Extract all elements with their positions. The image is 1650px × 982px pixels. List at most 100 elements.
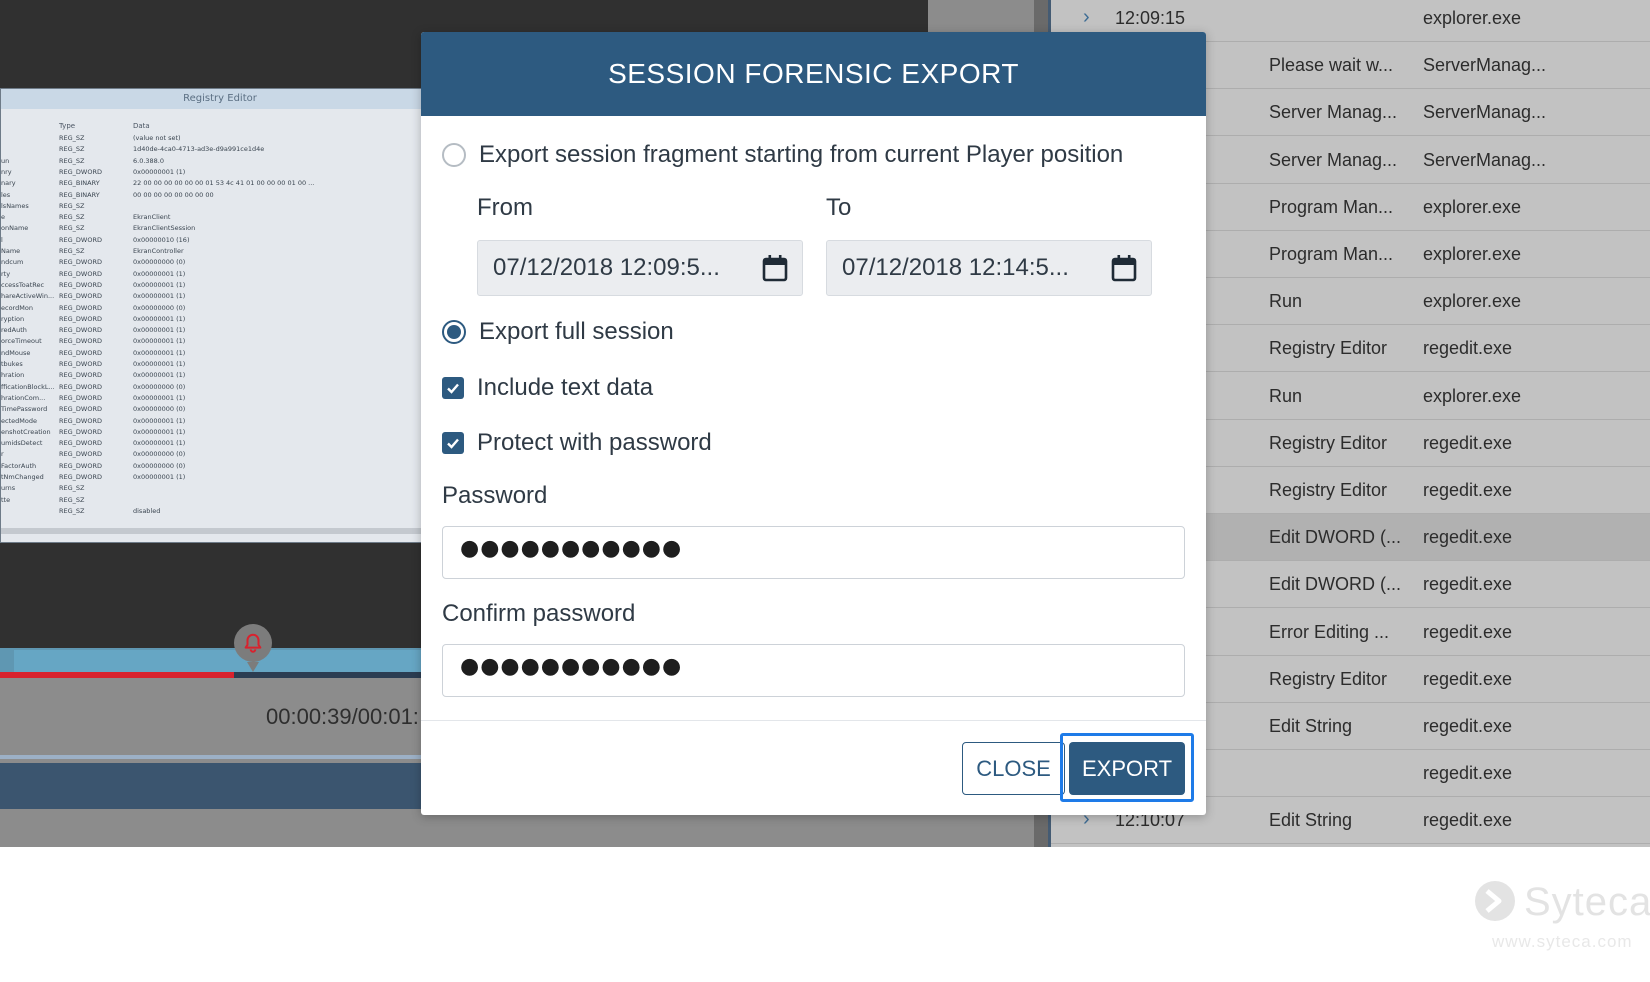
export-full-option[interactable]: Export full session [442,318,674,346]
recorded-cell-name: tte [1,495,11,504]
recorded-cell-data: 0x00000000 (0) [133,450,186,459]
recorded-cell-name: un [1,156,10,165]
recorded-cell-data: 00 00 00 00 00 00 00 00 [133,190,214,199]
activity-title: Edit DWORD (... [1269,527,1402,548]
chevron-right-icon[interactable]: › [1083,6,1090,29]
recorded-cell-name: nry [1,167,12,176]
activity-title: Program Man... [1269,244,1394,264]
recorded-row: hrationCom... REG_DWORD 0x00000001 (1) [1,393,439,404]
from-date-input[interactable]: 07/12/2018 12:09:5... [477,240,803,296]
activity-title: Server Manag... [1269,149,1398,170]
protect-password-checkbox[interactable] [442,432,464,454]
recorded-row: Name REG_SZ EkranController [1,247,439,257]
recorded-row: ndMouse REG_DWORD 0x00000001 (1) [1,348,439,359]
recorded-column-type: Type [59,122,76,130]
checkmark-icon [447,383,459,394]
recorded-cell-type: REG_DWORD [59,416,102,425]
activity-process: regedit.exe [1423,574,1513,595]
recorded-cell-name: les [1,190,11,199]
activity-process: regedit.exe [1423,480,1513,500]
recorded-cell-data: 0x00000001 (1) [133,280,186,289]
activity-process: explorer.exe [1423,385,1522,406]
recorded-cell-data: EkranClientSession [133,224,196,233]
recorded-cell-type: REG_DWORD [59,461,102,470]
recorded-row: FactorAuth REG_DWORD 0x00000000 (0) [1,461,439,472]
recorded-cell-type: REG_DWORD [59,269,102,278]
recorded-cell-data: 0x00000000 (0) [133,382,186,391]
close-button[interactable]: CLOSE [962,742,1065,795]
confirm-password-input[interactable]: ●●●●●●●●●●● [442,644,1185,697]
recorded-cell-data: 0x00000010 (16) [133,235,190,244]
recorded-cell-data: 1d40de-4ca0-4713-ad3e-d9a991ce1d4e [133,145,265,154]
recorded-cell-data: 0x00000001 (1) [133,348,186,357]
recorded-cell-type: REG_DWORD [59,314,102,323]
activity-title: Registry Editor [1269,338,1388,359]
recorded-cell-name: tbukes [1,360,23,368]
recorded-cell-type: REG_DWORD [59,393,102,402]
activity-process: regedit.exe [1423,763,1513,784]
recorded-cell-name: rty [1,269,11,278]
recorded-cell-name: ectedMode [1,416,37,425]
recorded-row: un REG_SZ 6.0.388.0 [1,156,439,167]
recorded-cell-type: REG_DWORD [59,450,102,459]
protect-password-option[interactable]: Protect with password [442,429,712,457]
recorded-cell-data: 0x00000001 (1) [133,269,186,278]
to-label: To [826,194,852,221]
recorded-cell-data: 0x00000001 (1) [133,337,186,346]
recorded-cell-data: 0x00000001 (1) [133,416,186,425]
recorded-cell-type: REG_SZ [59,134,85,142]
include-text-checkbox[interactable] [442,377,464,399]
recorded-cell-name: onName [1,224,29,233]
recorded-cell-name: redAuth [1,326,27,335]
calendar-icon[interactable] [1111,254,1137,282]
recorded-cell-data: 0x00000000 (0) [133,461,186,470]
activity-process: explorer.exe [1423,8,1522,28]
recorded-row: redAuth REG_DWORD 0x00000001 (1) [1,326,439,336]
activity-process: regedit.exe [1423,716,1513,736]
export-full-radio[interactable] [442,320,466,344]
export-full-label: Export full session [479,318,674,345]
recorded-cell-data: 6.0.388.0 [133,156,165,165]
session-export-dialog: SESSION FORENSIC EXPORT Export session f… [421,32,1206,815]
recorded-cell-type: REG_SZ [59,156,85,165]
protect-password-label: Protect with password [477,429,712,456]
recorded-cell-type: REG_BINARY [59,179,100,188]
password-label: Password [442,482,548,509]
export-fragment-option[interactable]: Export session fragment starting from cu… [442,141,1123,169]
recorded-row: TimePassword REG_DWORD 0x00000000 (0) [1,405,439,415]
recorded-cell-data: 0x00000001 (1) [133,167,186,176]
export-fragment-radio[interactable] [442,143,466,167]
dialog-title: SESSION FORENSIC EXPORT [421,32,1206,116]
recorded-row: REG_SZ disabled [1,507,439,517]
alert-marker[interactable] [234,624,272,672]
to-date-input[interactable]: 07/12/2018 12:14:5... [826,240,1152,296]
recorded-cell-data: 0x00000001 (1) [133,439,186,448]
calendar-icon[interactable] [762,254,788,282]
password-input[interactable]: ●●●●●●●●●●● [442,526,1185,579]
recorded-cell-data: 0x00000000 (0) [133,258,186,267]
brand-name: Syteca [1524,880,1650,924]
include-text-option[interactable]: Include text data [442,374,653,402]
from-date-value: 07/12/2018 12:09:5... [493,254,720,281]
recorded-cell-name: TimePassword [1,405,48,414]
recorded-cell-name: Name [1,247,21,255]
recorded-cell-type: REG_DWORD [59,303,102,312]
timeline-progress [0,672,234,678]
recorded-cell-name: hrationCom... [1,393,46,402]
export-button[interactable]: EXPORT [1069,742,1185,795]
activity-title: Registry Editor [1269,668,1388,689]
recorded-row: onName REG_SZ EkranClientSession [1,224,439,234]
activity-title: Registry Editor [1269,480,1388,500]
activity-title: Run [1269,291,1303,312]
activity-process: regedit.exe [1423,432,1513,453]
recorded-cell-name: urns [1,484,16,493]
brand-watermark: Syteca www.syteca.com [1474,880,1650,960]
recorded-cell-type: REG_DWORD [59,235,102,244]
bell-icon [244,633,262,653]
recorded-cell-type: REG_DWORD [59,292,102,301]
recorded-cell-name: ecordMon [1,303,33,312]
recorded-column-headers: Type Data [1,122,439,132]
recorded-cell-type: REG_SZ [59,201,85,210]
recorded-row: l REG_DWORD 0x00000010 (16) [1,235,439,246]
recorded-cell-name: tNmChanged [1,473,44,481]
